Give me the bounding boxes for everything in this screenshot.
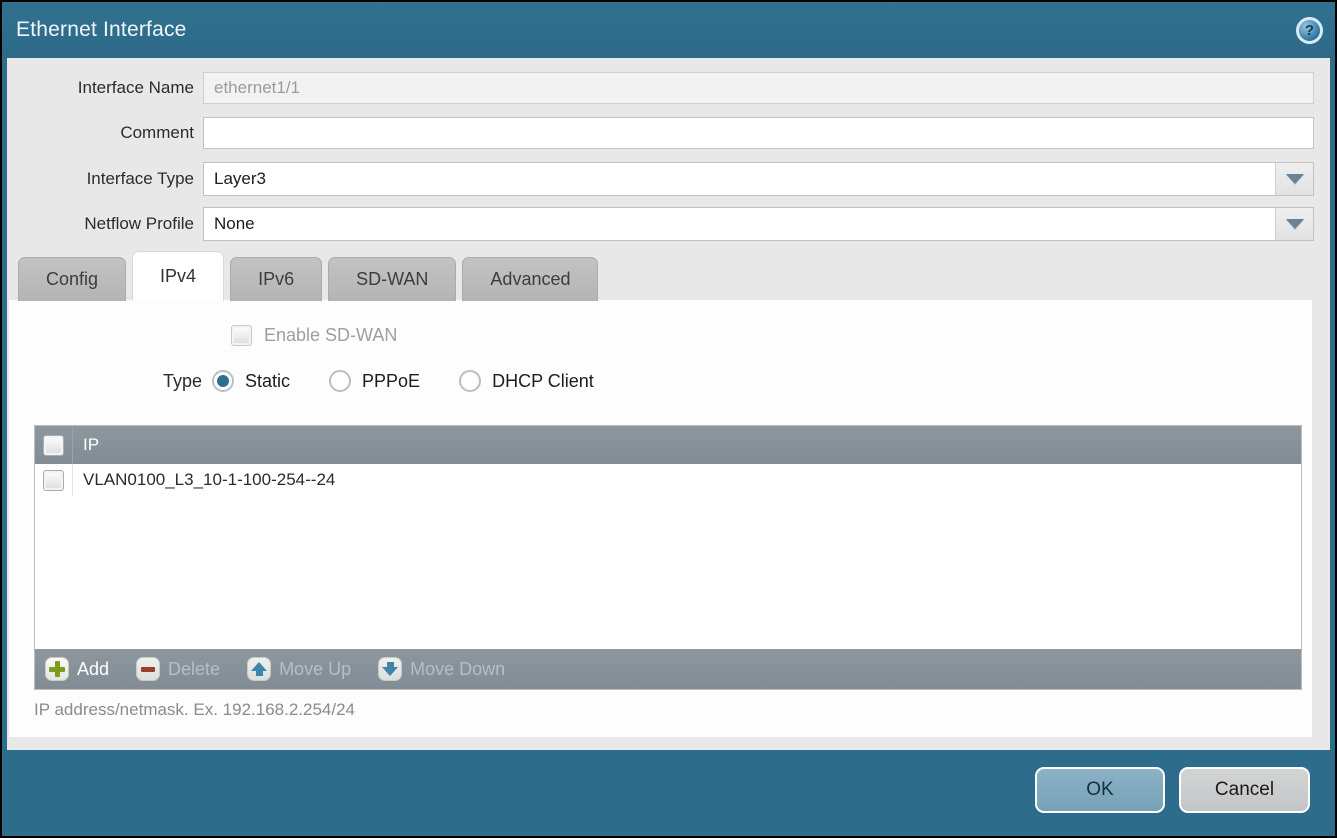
radio-dhcp-client[interactable]: DHCP Client — [459, 370, 594, 392]
help-icon[interactable]: ? — [1296, 17, 1323, 44]
tab-ipv6-label: IPv6 — [258, 269, 294, 290]
radio-static[interactable]: Static — [212, 370, 290, 392]
delete-button[interactable]: Delete — [136, 657, 220, 681]
table-row[interactable]: VLAN0100_L3_10-1-100-254--24 — [35, 464, 1301, 496]
ipv4-tab-panel: Enable SD-WAN Type Static PPPoE DHCP Cli… — [9, 300, 1312, 737]
tab-config-label: Config — [46, 269, 98, 290]
interface-name-label: Interface Name — [7, 78, 203, 98]
radio-pppoe-label: PPPoE — [362, 371, 420, 392]
select-all-cell — [35, 426, 73, 464]
interface-type-row: Interface Type Layer3 — [7, 162, 1314, 196]
radio-dhcp-client-label: DHCP Client — [492, 371, 594, 392]
netflow-profile-row: Netflow Profile None — [7, 207, 1314, 241]
move-up-button-label: Move Up — [279, 659, 351, 680]
arrow-down-icon — [378, 657, 402, 681]
interface-type-label: Interface Type — [7, 169, 203, 189]
ip-table: IP VLAN0100_L3_10-1-100-254--24 Add — [34, 425, 1302, 690]
help-icon-glyph: ? — [1305, 22, 1314, 39]
ethernet-interface-dialog: Ethernet Interface ? Interface Name Comm… — [0, 0, 1337, 838]
delete-button-label: Delete — [168, 659, 220, 680]
ip-column-header: IP — [73, 435, 99, 455]
dialog-titlebar: Ethernet Interface ? — [2, 2, 1335, 58]
tab-sdwan-label: SD-WAN — [356, 269, 428, 290]
dialog-title: Ethernet Interface — [16, 18, 187, 42]
cancel-button[interactable]: Cancel — [1179, 767, 1310, 813]
enable-sdwan-checkbox[interactable] — [231, 325, 252, 346]
arrow-up-icon — [247, 657, 271, 681]
comment-row: Comment — [7, 117, 1314, 149]
move-up-button[interactable]: Move Up — [247, 657, 351, 681]
ip-table-header: IP — [35, 426, 1301, 464]
netflow-profile-dropdown[interactable]: None — [203, 207, 1314, 241]
radio-dhcp-client-control[interactable] — [459, 370, 481, 392]
select-all-checkbox[interactable] — [43, 435, 64, 456]
radio-pppoe-control[interactable] — [329, 370, 351, 392]
radio-pppoe[interactable]: PPPoE — [329, 370, 420, 392]
ip-table-body[interactable]: VLAN0100_L3_10-1-100-254--24 — [35, 464, 1301, 649]
comment-label: Comment — [7, 123, 203, 143]
ip-format-hint: IP address/netmask. Ex. 192.168.2.254/24 — [34, 700, 355, 720]
ok-button[interactable]: OK — [1035, 767, 1165, 813]
tab-ipv4-label: IPv4 — [160, 266, 196, 287]
radio-static-control[interactable] — [212, 370, 234, 392]
add-button-label: Add — [77, 659, 109, 680]
tab-ipv4[interactable]: IPv4 — [132, 251, 224, 301]
dialog-body: Interface Name Comment Interface Type La… — [7, 58, 1330, 750]
netflow-profile-dropdown-button[interactable] — [1275, 208, 1313, 240]
radio-static-label: Static — [245, 371, 290, 392]
tab-sdwan[interactable]: SD-WAN — [328, 257, 456, 301]
minus-icon — [136, 657, 160, 681]
plus-icon — [45, 657, 69, 681]
dialog-footer: OK Cancel — [2, 750, 1335, 836]
chevron-down-icon — [1286, 174, 1304, 184]
tab-advanced-label: Advanced — [490, 269, 570, 290]
tab-ipv6[interactable]: IPv6 — [230, 257, 322, 301]
type-label: Type — [9, 371, 212, 392]
interface-type-dropdown-button[interactable] — [1275, 163, 1313, 195]
interface-type-value: Layer3 — [204, 163, 1275, 195]
table-toolbar: Add Delete Move Up — [35, 649, 1301, 689]
tab-strip: Config IPv4 IPv6 SD-WAN Advanced — [18, 253, 598, 301]
ip-cell[interactable]: VLAN0100_L3_10-1-100-254--24 — [73, 470, 335, 490]
tab-advanced[interactable]: Advanced — [462, 257, 598, 301]
enable-sdwan-row: Enable SD-WAN — [231, 325, 397, 346]
interface-name-field — [203, 72, 1314, 104]
netflow-profile-label: Netflow Profile — [7, 214, 203, 234]
row-checkbox[interactable] — [43, 470, 64, 491]
type-radio-row: Type Static PPPoE DHCP Client — [9, 370, 633, 392]
radio-dot — [217, 375, 229, 387]
row-checkbox-cell — [35, 464, 73, 496]
move-down-button[interactable]: Move Down — [378, 657, 505, 681]
enable-sdwan-label: Enable SD-WAN — [264, 325, 397, 346]
interface-type-dropdown[interactable]: Layer3 — [203, 162, 1314, 196]
tab-config[interactable]: Config — [18, 257, 126, 301]
netflow-profile-value: None — [204, 208, 1275, 240]
comment-field[interactable] — [203, 117, 1314, 149]
interface-name-row: Interface Name — [7, 72, 1314, 104]
chevron-down-icon — [1286, 219, 1304, 229]
add-button[interactable]: Add — [45, 657, 109, 681]
move-down-button-label: Move Down — [410, 659, 505, 680]
